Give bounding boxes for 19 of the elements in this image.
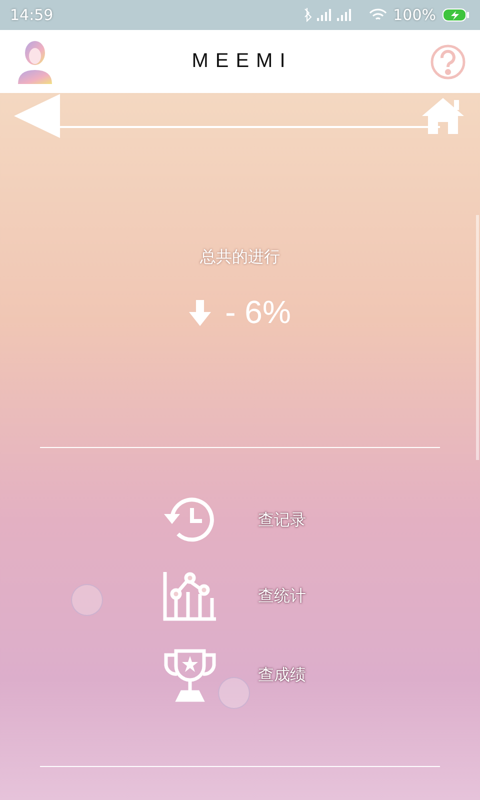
down-arrow-icon bbox=[189, 300, 212, 326]
app-title: MEEMI bbox=[192, 50, 292, 73]
menu-item[interactable]: 查统计 bbox=[258, 586, 306, 606]
wifi-icon bbox=[369, 8, 388, 22]
back-arrow-icon[interactable] bbox=[14, 94, 60, 138]
chart-icon bbox=[162, 570, 218, 622]
status-time: 14:59 bbox=[10, 6, 54, 24]
trophy-icon bbox=[162, 648, 218, 702]
menu-item[interactable]: 查记录 bbox=[258, 510, 306, 530]
touch-dot bbox=[218, 677, 250, 709]
touch-dot bbox=[71, 584, 103, 616]
avatar-icon[interactable] bbox=[16, 40, 54, 84]
battery-percent: 100% bbox=[393, 6, 436, 24]
home-icon[interactable] bbox=[420, 96, 466, 136]
help-icon[interactable] bbox=[430, 44, 466, 80]
progress-label: 总共的进行 bbox=[200, 247, 280, 268]
battery-icon bbox=[442, 8, 470, 22]
menu-item[interactable]: 查成绩 bbox=[258, 664, 306, 686]
progress-value: - 6% bbox=[225, 294, 291, 331]
